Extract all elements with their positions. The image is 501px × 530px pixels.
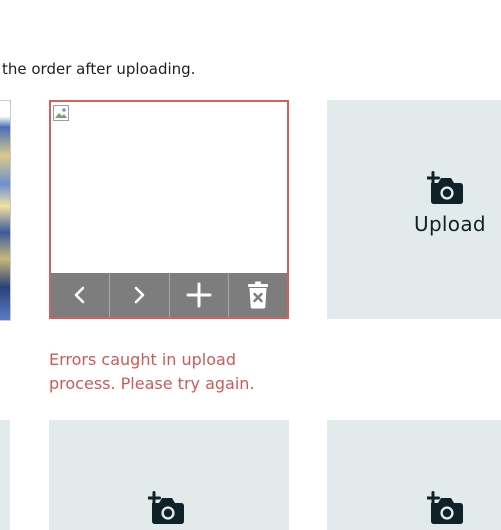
delete-image-button[interactable] [229, 273, 287, 317]
camera-add-icon [427, 491, 463, 524]
camera-add-icon [148, 491, 184, 524]
thumbnail-image [0, 101, 10, 320]
chevron-right-icon [135, 286, 145, 304]
upload-instruction: the order after uploading. [2, 60, 196, 78]
chevron-left-icon [74, 286, 85, 304]
trash-icon [247, 281, 268, 309]
image-upload-panel: the order after uploading. Errors caught… [0, 0, 501, 530]
move-right-button[interactable] [110, 273, 170, 317]
image-card-error [49, 100, 289, 319]
upload-slot[interactable] [49, 420, 289, 530]
uploaded-image-thumbnail[interactable] [0, 100, 11, 321]
broken-image-icon [53, 105, 69, 121]
move-left-button[interactable] [51, 273, 111, 317]
camera-add-icon [427, 171, 463, 204]
upload-slot[interactable] [327, 420, 501, 530]
image-toolbar [51, 273, 287, 317]
upload-slot[interactable]: Upload [327, 100, 501, 319]
upload-label: Upload [414, 212, 486, 236]
upload-error-message: Errors caught in upload process. Please … [49, 350, 255, 393]
add-image-button[interactable] [170, 273, 229, 317]
upload-slot[interactable] [0, 420, 10, 530]
plus-icon [186, 282, 212, 308]
